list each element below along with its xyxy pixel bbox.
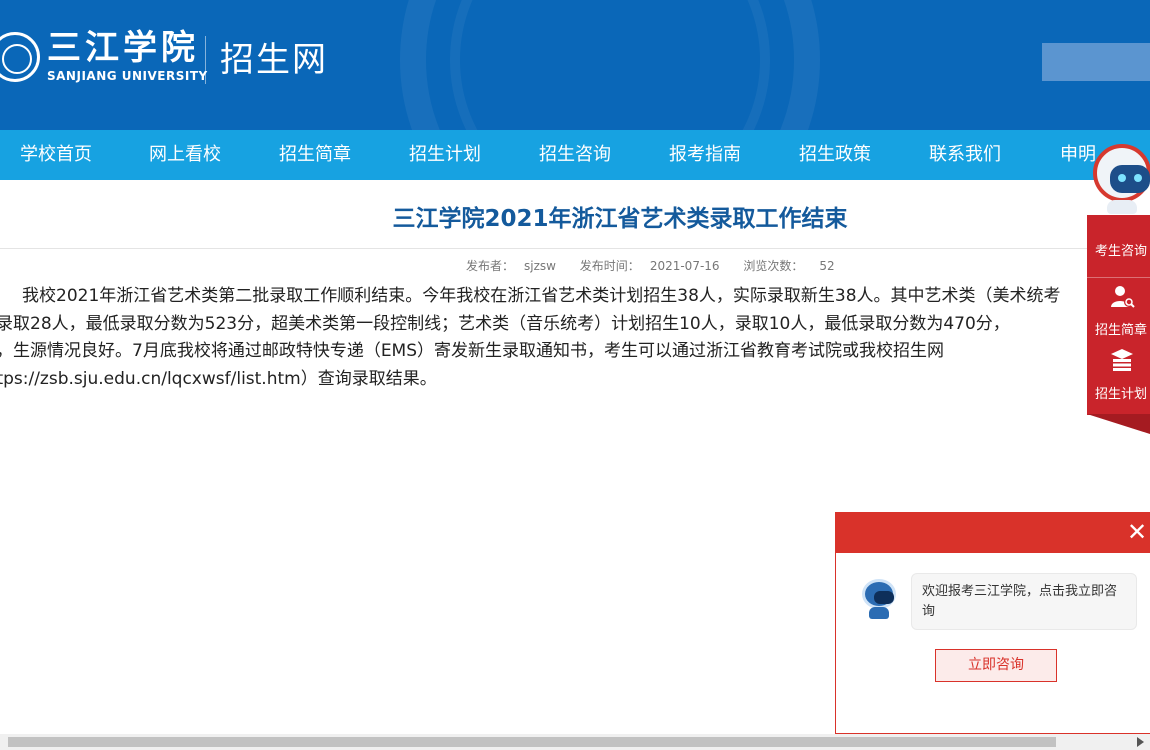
date-value: 2021-07-16 [649, 259, 720, 273]
university-logo-en[interactable]: SANJIANG UNIVERSITY [47, 69, 208, 83]
article-body: 我校2021年浙江省艺术类第二批录取工作顺利结束。今年我校在浙江省艺术类计划招生… [0, 283, 1082, 393]
logo-divider [205, 36, 206, 84]
nav-item-consult[interactable]: 招生咨询 [539, 130, 611, 180]
side-brochure-link[interactable]: 招生简章 [1087, 319, 1150, 338]
nav-item-policy[interactable]: 招生政策 [799, 130, 871, 180]
paragraph-line: 人，录取28人，最低录取分数为523分，超美术类第一段控制线；艺术类（音乐统考）… [0, 313, 1010, 334]
chat-robot-avatar-icon [860, 579, 898, 619]
article-paragraph: 我校2021年浙江省艺术类第二批录取工作顺利结束。今年我校在浙江省艺术类计划招生… [0, 283, 1082, 393]
paragraph-line: 我校2021年浙江省艺术类第二批录取工作顺利结束。今年我校在浙江省艺术类计划招生… [22, 286, 1061, 306]
chat-popup: ✕ 欢迎报考三江学院，点击我立即咨询 立即咨询 [835, 512, 1150, 734]
paragraph-line: 制线，生源情况良好。7月底我校将通过邮政特快专递（EMS）寄发新生录取通知书，考… [0, 341, 945, 361]
main-nav: 学校首页 网上看校 招生简章 招生计划 招生咨询 报考指南 招生政策 联系我们 … [0, 130, 1150, 180]
publish-date: 发布时间： 2021-07-16 [580, 259, 730, 273]
side-panel-ribbon-tail [1087, 414, 1150, 434]
nav-item-guide[interactable]: 报考指南 [669, 130, 741, 180]
stacked-books-icon[interactable] [1109, 346, 1135, 372]
nav-item-virtual-tour[interactable]: 网上看校 [149, 130, 221, 180]
search-input[interactable] [1042, 43, 1150, 81]
site-header: 三江学院 SANJIANG UNIVERSITY 招生网 [0, 0, 1150, 130]
views-label: 浏览次数： [743, 259, 804, 273]
nav-item-brochure[interactable]: 招生简章 [279, 130, 351, 180]
university-seal-icon[interactable] [0, 32, 40, 82]
article-meta: 发布者： sjzsw 发布时间： 2021-07-16 浏览次数： 52 [466, 257, 855, 275]
nav-item-home[interactable]: 学校首页 [20, 130, 92, 180]
side-consult-link[interactable]: 考生咨询 [1087, 240, 1150, 259]
publisher-value: sjzsw [524, 259, 556, 273]
close-icon[interactable]: ✕ [1123, 518, 1150, 546]
nav-item-contact[interactable]: 联系我们 [929, 130, 1001, 180]
page: 三江学院 SANJIANG UNIVERSITY 招生网 学校首页 网上看校 招… [0, 0, 1150, 750]
site-name: 招生网 [220, 40, 328, 80]
user-search-icon[interactable] [1109, 283, 1135, 309]
robot-mascot-icon[interactable] [1089, 142, 1150, 214]
publisher-label: 发布者： [466, 259, 515, 273]
floating-side-panel: 考生咨询 招生简章 招生计划 [1087, 140, 1150, 435]
chat-welcome-message[interactable]: 欢迎报考三江学院，点击我立即咨询 [911, 573, 1137, 630]
view-count: 浏览次数： 52 [743, 259, 844, 273]
consult-now-button[interactable]: 立即咨询 [935, 649, 1057, 682]
side-separator [1087, 277, 1150, 278]
scroll-right-arrow-icon[interactable] [1137, 737, 1144, 747]
article-title: 三江学院2021年浙江省艺术类录取工作结束 [392, 206, 848, 232]
date-label: 发布时间： [579, 259, 640, 273]
header-watermark-inner [450, 0, 770, 130]
chat-header-bar [836, 513, 1150, 553]
publisher: 发布者： sjzsw [466, 259, 566, 273]
side-plan-link[interactable]: 招生计划 [1087, 383, 1150, 402]
horizontal-scrollbar[interactable] [0, 734, 1150, 750]
paragraph-line[interactable]: （https://zsb.sju.edu.cn/lqcxwsf/list.htm… [0, 369, 437, 389]
scrollbar-thumb[interactable] [8, 737, 1056, 747]
views-value: 52 [819, 259, 835, 273]
university-logo-cn[interactable]: 三江学院 [47, 28, 199, 68]
title-divider [0, 248, 1150, 249]
nav-item-plan[interactable]: 招生计划 [409, 130, 481, 180]
